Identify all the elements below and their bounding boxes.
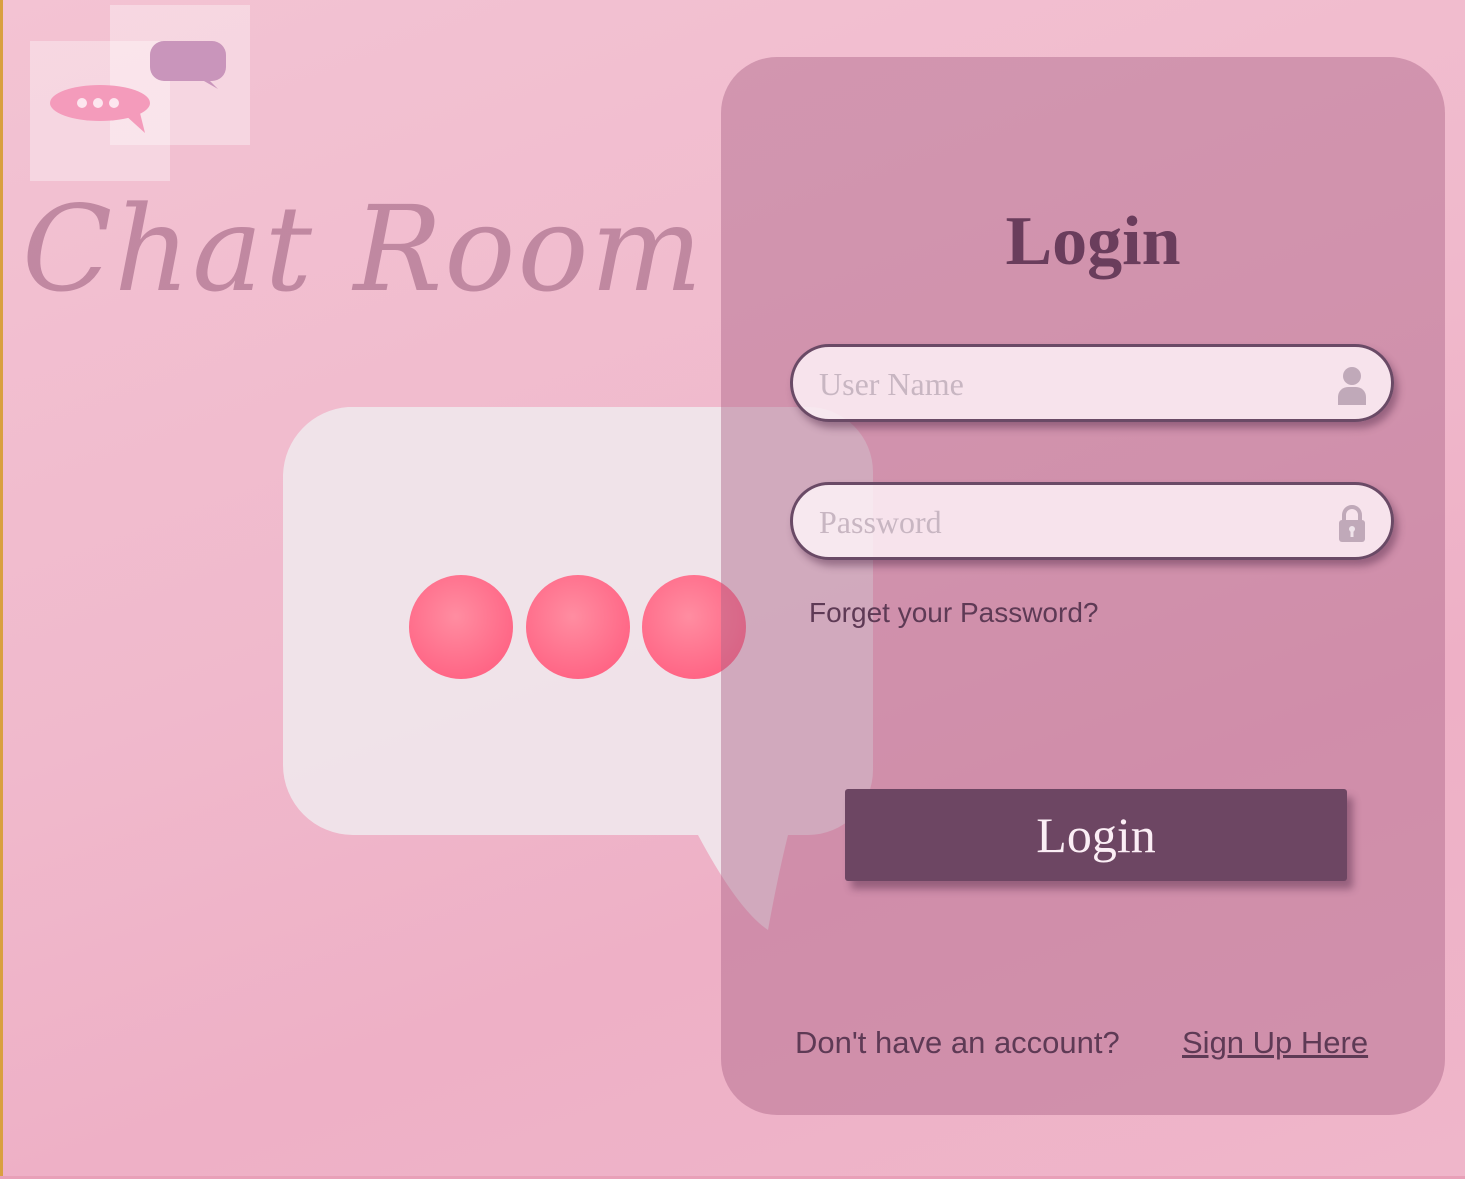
forgot-password-link[interactable]: Forget your Password? bbox=[809, 597, 1098, 629]
no-account-text: Don't have an account? bbox=[795, 1025, 1120, 1060]
password-input[interactable] bbox=[817, 485, 1331, 559]
password-field[interactable] bbox=[790, 482, 1394, 560]
app-logo bbox=[30, 5, 252, 181]
app-title: Chat Room bbox=[22, 180, 705, 318]
user-icon bbox=[1338, 367, 1366, 405]
username-input[interactable] bbox=[817, 347, 1331, 421]
typing-dot-1 bbox=[409, 575, 513, 679]
window-left-edge bbox=[0, 0, 3, 1179]
signup-link[interactable]: Sign Up Here bbox=[1182, 1025, 1368, 1061]
login-panel: Login Forget your Password? Login Don't … bbox=[721, 57, 1445, 1115]
chat-bubbles-icon bbox=[50, 41, 226, 133]
typing-dot-2 bbox=[526, 575, 630, 679]
login-heading: Login bbox=[1005, 203, 1181, 280]
username-field[interactable] bbox=[790, 344, 1394, 422]
lock-icon bbox=[1339, 505, 1365, 542]
login-button[interactable]: Login bbox=[845, 789, 1347, 881]
